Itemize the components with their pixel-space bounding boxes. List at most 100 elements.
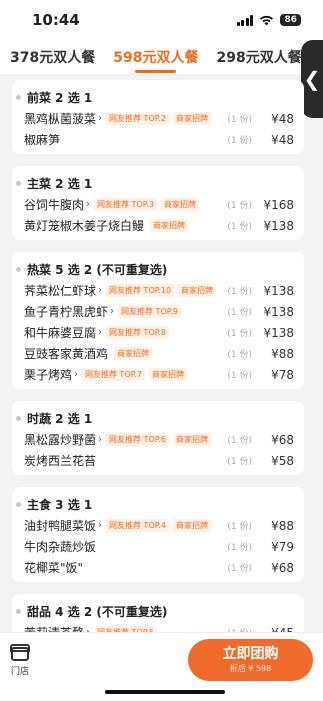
menu-list: 前菜 2 选 1黑鸡枞菌菠菜›网友推荐 TOP.2商家招牌(1 份)¥48椒麻笋… <box>12 80 304 701</box>
dish-quantity: (1 份) <box>227 368 252 381</box>
buy-now-button[interactable]: 立即团购 折后 ¥ 598 <box>188 639 313 681</box>
dish-quantity: (1 份) <box>227 433 252 446</box>
dish-price: ¥88 <box>260 519 294 533</box>
dish-row[interactable]: 栗子烤鸡› 网友推荐 TOP.7 商家招牌 (1 份) ¥78 <box>24 364 294 385</box>
dish-price: ¥78 <box>260 368 294 382</box>
dish-name: 牛肉杂蔬炒饭 <box>24 538 96 555</box>
dish-quantity: (1 份) <box>227 347 252 360</box>
dish-tag: 网友推荐 TOP.6 <box>106 433 169 446</box>
dish-name: 炭烤西兰花苔 <box>24 452 96 469</box>
dish-name: 椒麻笋 <box>24 131 60 148</box>
dish-row[interactable]: 黑鸡枞菌菠菜›网友推荐 TOP.2商家招牌(1 份)¥48 <box>24 108 294 129</box>
menu-section: 热菜 5 选 2 (不可重复选)荠菜松仁虾球›网友推荐 TOP.10商家招牌(1… <box>12 252 304 389</box>
section-title: 甜品 4 选 2 (不可重复选) <box>24 600 294 622</box>
dish-tag: 商家招牌 <box>173 433 211 446</box>
dish-price: ¥58 <box>260 454 294 468</box>
dish-row: 黄灯笼椒木姜子烧白鳗商家招牌 (1 份) ¥138 <box>24 215 294 236</box>
chevron-right-icon[interactable]: › <box>98 434 102 445</box>
dish-price: ¥138 <box>260 326 294 340</box>
dish-tag: 网友推荐 TOP.3 <box>94 198 157 211</box>
chevron-right-icon[interactable]: › <box>98 520 102 531</box>
dish-price: ¥138 <box>260 305 294 319</box>
dish-quantity: (1 份) <box>227 198 252 211</box>
dish-name: 黑鸡枞菌菠菜 <box>24 110 96 127</box>
home-indicator <box>105 690 225 694</box>
dish-tag: 网友推荐 TOP.10 <box>106 284 174 297</box>
dish-row: 椒麻笋(1 份)¥48 <box>24 129 294 150</box>
section-title: 主菜 2 选 1 <box>24 172 294 194</box>
dish-quantity: (1 份) <box>227 561 252 574</box>
chevron-right-icon[interactable]: › <box>98 285 102 296</box>
chevron-right-icon[interactable]: › <box>110 306 114 317</box>
dish-quantity: (1 份) <box>227 454 252 467</box>
dish-tag: 商家招牌 <box>149 368 187 381</box>
tab-378[interactable]: 378元双人餐 <box>10 47 95 67</box>
dish-quantity: (1 份) <box>227 540 252 553</box>
dish-row[interactable]: 荠菜松仁虾球›网友推荐 TOP.10商家招牌(1 份)¥138 <box>24 280 294 301</box>
section-title-text: 甜品 4 选 2 (不可重复选) <box>27 603 167 620</box>
meal-tabs: 378元双人餐 598元双人餐 298元双人餐 <box>0 40 323 74</box>
bullet-dot-icon <box>16 502 21 507</box>
dish-row[interactable]: 鱼子青柠黑虎虾›网友推荐 TOP.9(1 份)¥138 <box>24 301 294 322</box>
dish-quantity: (1 份) <box>227 305 252 318</box>
dish-name: 栗子烤鸡 <box>24 366 72 383</box>
chevron-right-icon[interactable]: › <box>74 369 78 380</box>
dish-quantity: (1 份) <box>227 219 252 232</box>
dish-row: 牛肉杂蔬炒饭 (1 份) ¥79 <box>24 536 294 557</box>
chevron-right-icon[interactable]: › <box>98 113 102 124</box>
dish-name: 鱼子青柠黑虎虾 <box>24 303 108 320</box>
menu-section: 前菜 2 选 1黑鸡枞菌菠菜›网友推荐 TOP.2商家招牌(1 份)¥48椒麻笋… <box>12 80 304 154</box>
dish-name: 谷饲牛腹肉 <box>24 196 84 213</box>
dish-name: 荠菜松仁虾球 <box>24 282 96 299</box>
dish-price: ¥68 <box>260 561 294 575</box>
buy-now-label: 立即团购 <box>188 643 313 663</box>
dish-row[interactable]: 谷饲牛腹肉› 网友推荐 TOP.3 商家招牌 (1 份) ¥168 <box>24 194 294 215</box>
dish-price: ¥48 <box>260 112 294 126</box>
signal-icon <box>237 15 254 26</box>
dish-row[interactable]: 黑松露炒野菌›网友推荐 TOP.6商家招牌(1 份)¥68 <box>24 429 294 450</box>
section-title-text: 前菜 2 选 1 <box>27 89 92 106</box>
section-title-text: 主菜 2 选 1 <box>27 175 92 192</box>
tab-298[interactable]: 298元双人餐 <box>216 47 301 67</box>
dish-price: ¥48 <box>260 133 294 147</box>
status-bar: 10:44 86 <box>0 0 323 40</box>
menu-section: 主菜 2 选 1 谷饲牛腹肉› 网友推荐 TOP.3 商家招牌 (1 份) ¥168 黄灯笼… <box>12 166 304 240</box>
dish-tag: 网友推荐 TOP.8 <box>106 326 169 339</box>
dish-price: ¥138 <box>260 219 294 233</box>
status-icons: 86 <box>237 14 301 26</box>
battery-indicator: 86 <box>280 14 301 26</box>
bullet-dot-icon <box>16 267 21 272</box>
dish-name: 花椰菜"饭" <box>24 559 83 576</box>
dish-tag: 网友推荐 TOP.7 <box>82 368 145 381</box>
menu-section: 时蔬 2 选 1黑松露炒野菌›网友推荐 TOP.6商家招牌(1 份)¥68炭烤西… <box>12 401 304 475</box>
dish-tag: 商家招牌 <box>114 347 152 360</box>
dish-quantity: (1 份) <box>227 284 252 297</box>
back-chevron-icon[interactable]: ❮ <box>301 40 323 118</box>
chevron-right-icon[interactable]: › <box>98 327 102 338</box>
watermark: 大众点评 <box>275 679 315 694</box>
dish-row[interactable]: 和牛麻婆豆腐›网友推荐 TOP.8(1 份)¥138 <box>24 322 294 343</box>
dish-name: 豆豉客家黄酒鸡 <box>24 345 108 362</box>
dish-tag: 商家招牌 <box>150 219 188 232</box>
section-title: 主食 3 选 1 <box>24 493 294 515</box>
bullet-dot-icon <box>16 181 21 186</box>
store-icon <box>11 647 29 661</box>
store-button[interactable]: 门店 <box>8 647 32 677</box>
dish-tag: 商家招牌 <box>173 519 211 532</box>
status-time: 10:44 <box>32 11 80 29</box>
wifi-icon <box>259 15 274 26</box>
dish-tag: 商家招牌 <box>161 198 199 211</box>
section-title: 时蔬 2 选 1 <box>24 407 294 429</box>
dish-tag: 网友推荐 TOP.4 <box>106 519 169 532</box>
bottom-bar: 门店 立即团购 折后 ¥ 598 大众点评 <box>0 632 323 700</box>
chevron-right-icon[interactable]: › <box>86 199 90 210</box>
dish-price: ¥68 <box>260 433 294 447</box>
dish-price: ¥79 <box>260 540 294 554</box>
dish-name: 黄灯笼椒木姜子烧白鳗 <box>24 217 144 234</box>
dish-tag: 网友推荐 TOP.2 <box>106 112 169 125</box>
tab-598[interactable]: 598元双人餐 <box>113 47 198 67</box>
dish-row[interactable]: 油封鸭腿菜饭›网友推荐 TOP.4商家招牌(1 份)¥88 <box>24 515 294 536</box>
dish-quantity: (1 份) <box>227 519 252 532</box>
dish-quantity: (1 份) <box>227 112 252 125</box>
dish-price: ¥168 <box>260 198 294 212</box>
